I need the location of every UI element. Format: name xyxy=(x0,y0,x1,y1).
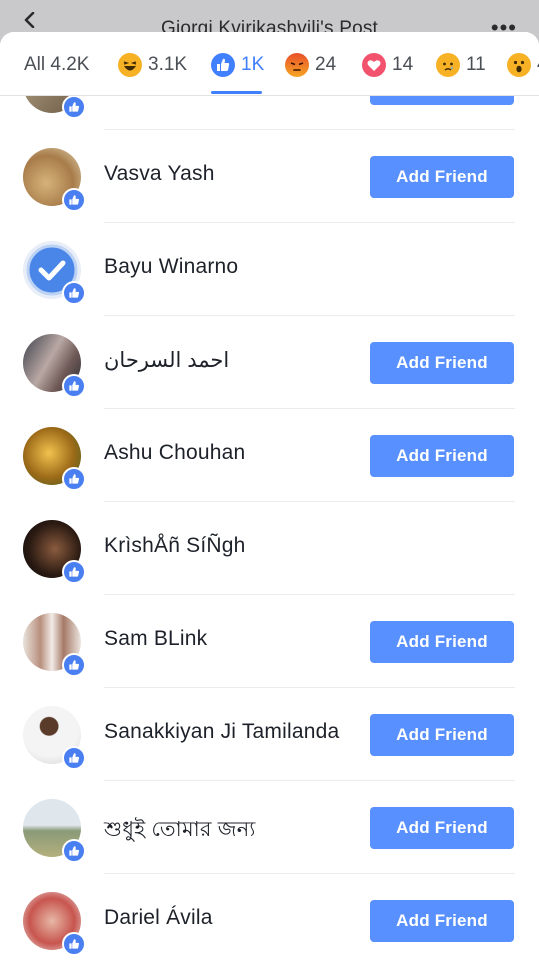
add-friend-button[interactable]: Add Friend xyxy=(370,621,514,663)
like-badge-icon xyxy=(62,188,86,212)
person-name[interactable]: KrìshÅñ SíÑgh xyxy=(104,534,246,558)
tab-haha[interactable]: 3.1K xyxy=(118,50,187,80)
person-name[interactable]: Vasva Yash xyxy=(104,162,215,186)
list-item[interactable]: Sanakkiyan Ji Tamilanda Add Friend xyxy=(0,688,539,781)
list-item[interactable]: Bayu Winarno xyxy=(0,223,539,316)
tab-label: 1K xyxy=(241,54,265,75)
reactions-sheet: All 4.2K 3.1K 1K 24 14 11 Vasva Yash Add… xyxy=(0,32,539,960)
tab-label: 11 xyxy=(466,54,486,75)
add-friend-button[interactable]: Add Friend xyxy=(370,435,514,477)
like-badge-icon xyxy=(62,653,86,677)
tab-label: All 4.2K xyxy=(24,54,90,75)
person-name[interactable]: শুধুই তোমার জন্য xyxy=(104,813,256,848)
add-friend-button[interactable]: Add Friend xyxy=(370,156,514,198)
tab-all[interactable]: All 4.2K xyxy=(24,50,89,80)
list-item[interactable]: Ashu Chouhan Add Friend xyxy=(0,409,539,502)
person-name[interactable]: Dariel Ávila xyxy=(104,906,213,930)
like-reaction-icon xyxy=(211,53,235,77)
like-badge-icon xyxy=(62,932,86,956)
tab-angry[interactable]: 24 xyxy=(285,50,336,80)
like-badge-icon xyxy=(62,374,86,398)
like-badge-icon xyxy=(62,839,86,863)
person-name[interactable]: Bayu Winarno xyxy=(104,255,238,279)
tab-label: 24 xyxy=(315,54,337,75)
like-badge-icon xyxy=(62,746,86,770)
tab-wow[interactable]: 4 xyxy=(507,50,539,80)
like-badge-icon xyxy=(62,560,86,584)
add-friend-button[interactable]: Add Friend xyxy=(370,714,514,756)
add-friend-button[interactable]: Add Friend xyxy=(370,807,514,849)
haha-reaction-icon xyxy=(118,53,142,77)
sad-reaction-icon xyxy=(436,53,460,77)
tab-love[interactable]: 14 xyxy=(362,50,413,80)
reaction-tabs: All 4.2K 3.1K 1K 24 14 11 xyxy=(0,32,539,96)
angry-reaction-icon xyxy=(285,53,309,77)
active-tab-indicator xyxy=(211,91,262,94)
love-reaction-icon xyxy=(362,53,386,77)
list-item[interactable]: KrìshÅñ SíÑgh xyxy=(0,502,539,595)
person-name[interactable]: Sanakkiyan Ji Tamilanda xyxy=(104,720,339,744)
person-name[interactable]: احمد السرحان xyxy=(104,348,229,373)
person-name[interactable]: Sam BLink xyxy=(104,627,207,651)
tab-label: 14 xyxy=(392,54,414,75)
list-item[interactable]: শুধুই তোমার জন্য Add Friend xyxy=(0,781,539,874)
person-name[interactable]: Ashu Chouhan xyxy=(104,441,245,465)
like-badge-icon xyxy=(62,281,86,305)
list-item[interactable]: Vasva Yash Add Friend xyxy=(0,130,539,223)
like-badge-icon xyxy=(62,95,86,119)
add-friend-button[interactable]: Add Friend xyxy=(370,342,514,384)
list-item[interactable]: Dariel Ávila Add Friend xyxy=(0,874,539,960)
add-friend-button[interactable]: Add Friend xyxy=(370,900,514,942)
tab-label: 3.1K xyxy=(148,54,188,75)
wow-reaction-icon xyxy=(507,53,531,77)
list-item[interactable]: Sam BLink Add Friend xyxy=(0,595,539,688)
sheet-grabber-handle[interactable] xyxy=(233,43,306,51)
tab-sad[interactable]: 11 xyxy=(436,50,486,80)
tab-like[interactable]: 1K xyxy=(211,50,264,80)
list-item[interactable]: احمد السرحان Add Friend xyxy=(0,316,539,409)
like-badge-icon xyxy=(62,467,86,491)
